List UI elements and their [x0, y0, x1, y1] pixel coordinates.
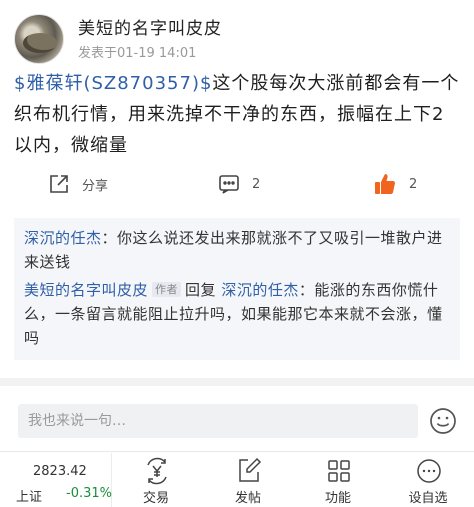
comment-button[interactable]: 2 — [218, 166, 260, 202]
nav-add-watchlist[interactable]: 设自选 — [388, 453, 468, 507]
reply-word: 回复 — [185, 281, 217, 299]
reply-target-name[interactable]: 深沉的任杰 — [221, 281, 299, 299]
nav-add-watchlist-label: 设自选 — [408, 491, 448, 506]
reply-input[interactable] — [18, 404, 418, 438]
share-icon — [50, 175, 68, 193]
index-quote[interactable]: 2823.42 上证 -0.31% — [0, 453, 112, 507]
comment-count: 2 — [252, 176, 261, 192]
share-label: 分享 — [82, 178, 109, 194]
nav-trade[interactable]: 交易 — [116, 453, 196, 507]
like-button[interactable]: 2 — [373, 166, 417, 202]
index-name: 上证 — [16, 490, 43, 505]
comment-item: 美短的名字叫皮皮 作者 回复 深沉的任杰：能涨的东西你慌什么，一条留言就能阻止拉升吗… — [24, 278, 450, 350]
commenter-name[interactable]: 美短的名字叫皮皮 — [24, 281, 148, 299]
author-badge: 作者 — [152, 282, 182, 297]
share-button[interactable]: 分享 — [48, 166, 108, 202]
post-time: 发表于01-19 14:01 — [78, 46, 197, 61]
grid-icon — [328, 460, 350, 482]
index-value: 2823.42 — [33, 464, 87, 479]
nav-trade-label: 交易 — [142, 491, 169, 506]
comment-item: 深沉的任杰：你这么说还发出来那就涨不了又吸引一堆散户进来送钱 — [24, 226, 450, 274]
reply-bar — [0, 388, 474, 452]
avatar[interactable] — [14, 14, 64, 64]
emoji-icon[interactable] — [429, 407, 457, 435]
more-icon — [417, 459, 441, 483]
nav-functions-label: 功能 — [324, 491, 351, 506]
like-count: 2 — [409, 176, 418, 192]
avatar-cat-image — [23, 33, 57, 53]
index-change: -0.31% — [66, 486, 112, 501]
post-header: 美短的名字叫皮皮 发表于01-19 14:01 — [0, 0, 474, 68]
commenter-name[interactable]: 深沉的任杰 — [24, 229, 102, 247]
comment-icon — [219, 175, 239, 194]
section-divider — [0, 378, 474, 386]
nav-post-label: 发帖 — [234, 491, 261, 506]
post-content: $雅葆轩(SZ870357)$这个股每次大涨前都会有一个织布机行情，用来洗掉不干… — [14, 68, 462, 161]
thumbs-up-icon — [375, 174, 395, 194]
comment-preview[interactable]: 深沉的任杰：你这么说还发出来那就涨不了又吸引一堆散户进来送钱 美短的名字叫皮皮作… — [14, 218, 460, 360]
edit-icon — [239, 457, 262, 482]
yuan-exchange-icon — [147, 457, 167, 485]
author-name[interactable]: 美短的名字叫皮皮 — [78, 14, 222, 39]
nav-post[interactable]: 发帖 — [208, 453, 288, 507]
nav-functions[interactable]: 功能 — [298, 453, 378, 507]
post-actions: 分享 2 2 — [0, 166, 474, 202]
bottom-toolbar: 2823.42 上证 -0.31% 交易 发帖 功能 设自选 — [0, 453, 474, 507]
stock-tag-link[interactable]: $雅葆轩(SZ870357)$ — [14, 73, 212, 94]
